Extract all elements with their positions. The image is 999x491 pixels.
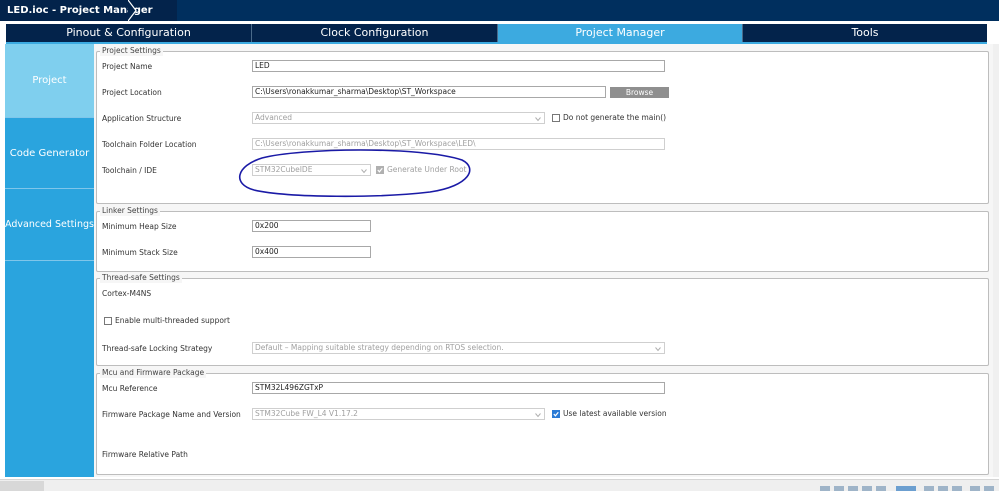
min-stack-input[interactable]: 0x400 [252,246,371,258]
core-label: Cortex-M4NS [102,289,152,298]
firmware-package-select[interactable]: STM32Cube FW_L4 V1.17.2 [252,408,545,420]
chevron-down-icon [535,117,541,122]
toolchain-ide-select[interactable]: STM32CubeIDE [252,164,371,176]
tray-icon[interactable] [970,486,980,491]
tab-tools[interactable]: Tools [743,24,987,42]
breadcrumb-bar: LED.ioc - Project Manager [0,0,999,21]
mcu-reference-label: Mcu Reference [102,384,158,393]
project-location-label: Project Location [102,88,162,97]
tray-icon[interactable] [834,486,844,491]
chevron-down-icon [361,169,367,174]
mcu-reference-input[interactable]: STM32L496ZGTxP [252,382,665,394]
horizontal-scrollbar-thumb[interactable] [0,481,44,491]
locking-strategy-label: Thread-safe Locking Strategy [102,344,213,353]
mcu-firmware-group: Mcu and Firmware Package Mcu Reference S… [96,368,989,475]
locking-strategy-select[interactable]: Default – Mapping suitable strategy depe… [252,342,665,354]
firmware-package-label: Firmware Package Name and Version [102,410,241,419]
main-panel: Project Settings Project Name LED Projec… [94,44,993,477]
firmware-package-value: STM32Cube FW_L4 V1.17.2 [255,409,358,418]
use-latest-checkbox[interactable] [552,410,560,418]
linker-settings-legend: Linker Settings [100,206,160,216]
mcu-firmware-legend: Mcu and Firmware Package [100,368,207,378]
generate-under-root-label: Generate Under Root [387,165,467,174]
project-name-input[interactable]: LED [252,60,665,72]
sidebar-item-project[interactable]: Project [5,44,94,118]
main-tabs: Pinout & Configuration Clock Configurati… [6,24,987,42]
multithread-checkbox[interactable] [104,317,112,325]
min-heap-input[interactable]: 0x200 [252,220,371,232]
multithread-label: Enable multi-threaded support [115,316,230,325]
toolchain-folder-label: Toolchain Folder Location [102,140,197,149]
project-location-input[interactable]: C:\Users\ronakkumar_sharma\Desktop\ST_Wo… [252,86,606,98]
checkmark-icon [553,411,559,417]
chevron-down-icon [655,347,661,352]
min-heap-label: Minimum Heap Size [102,222,177,231]
project-settings-group: Project Settings Project Name LED Projec… [96,46,989,204]
tray-icon[interactable] [862,486,872,491]
min-stack-label: Minimum Stack Size [102,248,178,257]
application-structure-value: Advanced [255,113,293,122]
checkmark-icon [377,167,383,173]
chevron-down-icon [535,413,541,418]
tray-icon[interactable] [896,486,916,491]
toolchain-folder-input[interactable]: C:\Users\ronakkumar_sharma\Desktop\ST_Wo… [252,138,665,150]
application-structure-label: Application Structure [102,114,182,123]
locking-strategy-value: Default – Mapping suitable strategy depe… [255,343,504,352]
vertical-scrollbar[interactable] [993,44,999,477]
project-name-label: Project Name [102,62,153,71]
tab-clock-configuration[interactable]: Clock Configuration [252,24,498,42]
breadcrumb-chevron-icon [128,0,137,21]
no-main-label: Do not generate the main() [563,113,667,122]
sidebar-item-code-generator[interactable]: Code Generator [5,118,94,189]
system-tray [820,486,998,491]
project-settings-legend: Project Settings [100,46,163,56]
thread-safe-settings-group: Thread-safe Settings Cortex-M4NS Enable … [96,273,989,366]
tray-icon[interactable] [952,486,962,491]
tray-icon[interactable] [876,486,886,491]
no-main-checkbox[interactable] [552,114,560,122]
firmware-relative-path-label: Firmware Relative Path [102,450,188,459]
breadcrumb[interactable]: LED.ioc - Project Manager [0,0,177,21]
toolchain-ide-value: STM32CubeIDE [255,165,313,174]
sidebar: Project Code Generator Advanced Settings [5,44,94,477]
tray-icon[interactable] [924,486,934,491]
tray-icon[interactable] [938,486,948,491]
application-structure-select[interactable]: Advanced [252,112,545,124]
thread-safe-legend: Thread-safe Settings [100,273,182,283]
use-latest-label: Use latest available version [563,409,667,418]
linker-settings-group: Linker Settings Minimum Heap Size 0x200 … [96,206,989,272]
tray-icon[interactable] [848,486,858,491]
tab-pinout-configuration[interactable]: Pinout & Configuration [6,24,252,42]
tray-icon[interactable] [984,486,994,491]
generate-under-root-checkbox[interactable] [376,166,384,174]
tray-icon[interactable] [820,486,830,491]
browse-button[interactable]: Browse [610,87,669,98]
toolchain-ide-label: Toolchain / IDE [102,166,157,175]
tab-project-manager[interactable]: Project Manager [498,24,743,42]
sidebar-item-advanced-settings[interactable]: Advanced Settings [5,189,94,261]
